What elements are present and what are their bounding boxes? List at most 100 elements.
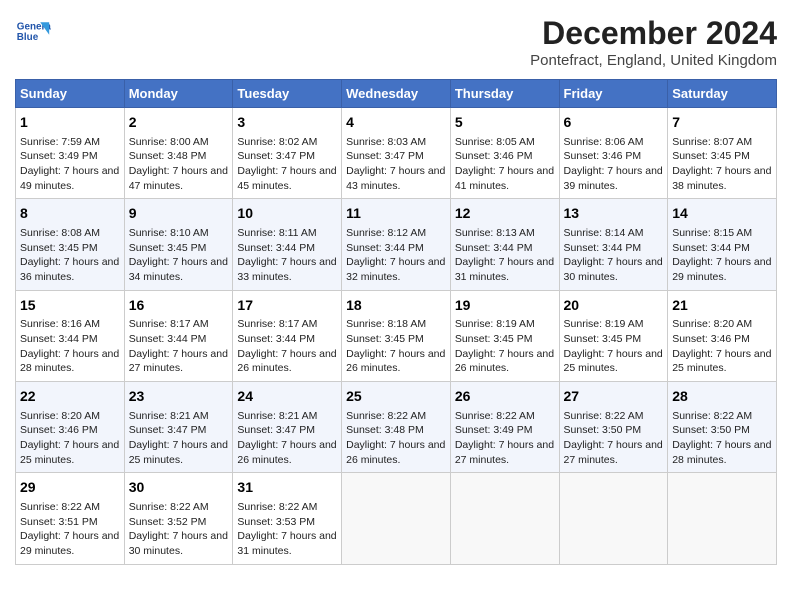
- cell-content: Sunrise: 8:10 AMSunset: 3:45 PMDaylight:…: [129, 226, 229, 285]
- day-number: 20: [564, 296, 664, 316]
- cell-content: Sunrise: 8:03 AMSunset: 3:47 PMDaylight:…: [346, 135, 446, 194]
- sunrise-text: Sunrise: 8:14 AM: [564, 226, 664, 241]
- daylight-text: Daylight: 7 hours and 30 minutes.: [129, 529, 229, 558]
- calendar-cell: 1Sunrise: 7:59 AMSunset: 3:49 PMDaylight…: [16, 108, 125, 199]
- sunrise-text: Sunrise: 8:19 AM: [455, 317, 555, 332]
- calendar-cell: 20Sunrise: 8:19 AMSunset: 3:45 PMDayligh…: [559, 290, 668, 381]
- sunset-text: Sunset: 3:47 PM: [129, 423, 229, 438]
- day-number: 11: [346, 204, 446, 224]
- daylight-text: Daylight: 7 hours and 29 minutes.: [20, 529, 120, 558]
- sunset-text: Sunset: 3:45 PM: [564, 332, 664, 347]
- day-number: 23: [129, 387, 229, 407]
- day-number: 1: [20, 113, 120, 133]
- sunset-text: Sunset: 3:45 PM: [672, 149, 772, 164]
- sunrise-text: Sunrise: 8:07 AM: [672, 135, 772, 150]
- day-number: 14: [672, 204, 772, 224]
- sunset-text: Sunset: 3:46 PM: [672, 332, 772, 347]
- daylight-text: Daylight: 7 hours and 32 minutes.: [346, 255, 446, 284]
- day-number: 24: [237, 387, 337, 407]
- sunset-text: Sunset: 3:47 PM: [346, 149, 446, 164]
- sunset-text: Sunset: 3:44 PM: [564, 241, 664, 256]
- day-number: 5: [455, 113, 555, 133]
- cell-content: Sunrise: 8:17 AMSunset: 3:44 PMDaylight:…: [237, 317, 337, 376]
- day-number: 9: [129, 204, 229, 224]
- sunset-text: Sunset: 3:49 PM: [20, 149, 120, 164]
- week-row-4: 22Sunrise: 8:20 AMSunset: 3:46 PMDayligh…: [16, 382, 777, 473]
- calendar-cell: 29Sunrise: 8:22 AMSunset: 3:51 PMDayligh…: [16, 473, 125, 564]
- sunrise-text: Sunrise: 8:12 AM: [346, 226, 446, 241]
- page-subtitle: Pontefract, England, United Kingdom: [530, 52, 777, 69]
- daylight-text: Daylight: 7 hours and 38 minutes.: [672, 164, 772, 193]
- day-number: 3: [237, 113, 337, 133]
- cell-content: Sunrise: 8:15 AMSunset: 3:44 PMDaylight:…: [672, 226, 772, 285]
- calendar-cell: 5Sunrise: 8:05 AMSunset: 3:46 PMDaylight…: [450, 108, 559, 199]
- day-number: 12: [455, 204, 555, 224]
- calendar-cell: 11Sunrise: 8:12 AMSunset: 3:44 PMDayligh…: [342, 199, 451, 290]
- cell-content: Sunrise: 8:22 AMSunset: 3:49 PMDaylight:…: [455, 409, 555, 468]
- calendar-cell: [342, 473, 451, 564]
- header-cell-monday: Monday: [124, 80, 233, 108]
- page-title: December 2024: [530, 15, 777, 52]
- calendar-cell: 25Sunrise: 8:22 AMSunset: 3:48 PMDayligh…: [342, 382, 451, 473]
- cell-content: Sunrise: 8:05 AMSunset: 3:46 PMDaylight:…: [455, 135, 555, 194]
- sunrise-text: Sunrise: 8:22 AM: [237, 500, 337, 515]
- sunset-text: Sunset: 3:50 PM: [564, 423, 664, 438]
- cell-content: Sunrise: 8:20 AMSunset: 3:46 PMDaylight:…: [20, 409, 120, 468]
- daylight-text: Daylight: 7 hours and 25 minutes.: [20, 438, 120, 467]
- cell-content: Sunrise: 8:00 AMSunset: 3:48 PMDaylight:…: [129, 135, 229, 194]
- sunset-text: Sunset: 3:50 PM: [672, 423, 772, 438]
- sunrise-text: Sunrise: 8:22 AM: [129, 500, 229, 515]
- daylight-text: Daylight: 7 hours and 26 minutes.: [455, 347, 555, 376]
- sunrise-text: Sunrise: 8:16 AM: [20, 317, 120, 332]
- daylight-text: Daylight: 7 hours and 27 minutes.: [455, 438, 555, 467]
- week-row-1: 1Sunrise: 7:59 AMSunset: 3:49 PMDaylight…: [16, 108, 777, 199]
- sunset-text: Sunset: 3:47 PM: [237, 149, 337, 164]
- day-number: 17: [237, 296, 337, 316]
- sunrise-text: Sunrise: 8:22 AM: [455, 409, 555, 424]
- daylight-text: Daylight: 7 hours and 25 minutes.: [564, 347, 664, 376]
- sunset-text: Sunset: 3:44 PM: [20, 332, 120, 347]
- sunrise-text: Sunrise: 8:22 AM: [346, 409, 446, 424]
- sunrise-text: Sunrise: 8:20 AM: [672, 317, 772, 332]
- sunrise-text: Sunrise: 8:20 AM: [20, 409, 120, 424]
- sunrise-text: Sunrise: 8:18 AM: [346, 317, 446, 332]
- cell-content: Sunrise: 8:18 AMSunset: 3:45 PMDaylight:…: [346, 317, 446, 376]
- sunset-text: Sunset: 3:48 PM: [346, 423, 446, 438]
- sunrise-text: Sunrise: 8:17 AM: [129, 317, 229, 332]
- calendar-cell: 17Sunrise: 8:17 AMSunset: 3:44 PMDayligh…: [233, 290, 342, 381]
- cell-content: Sunrise: 8:22 AMSunset: 3:53 PMDaylight:…: [237, 500, 337, 559]
- day-number: 7: [672, 113, 772, 133]
- sunset-text: Sunset: 3:52 PM: [129, 515, 229, 530]
- daylight-text: Daylight: 7 hours and 34 minutes.: [129, 255, 229, 284]
- sunset-text: Sunset: 3:48 PM: [129, 149, 229, 164]
- cell-content: Sunrise: 8:22 AMSunset: 3:51 PMDaylight:…: [20, 500, 120, 559]
- sunset-text: Sunset: 3:45 PM: [20, 241, 120, 256]
- calendar-cell: 7 Sunrise: 8:07 AMSunset: 3:45 PMDaylight…: [668, 108, 777, 199]
- logo-icon: General Blue: [15, 15, 51, 51]
- calendar-cell: 22Sunrise: 8:20 AMSunset: 3:46 PMDayligh…: [16, 382, 125, 473]
- day-number: 15: [20, 296, 120, 316]
- day-number: 8: [20, 204, 120, 224]
- day-number: 6: [564, 113, 664, 133]
- calendar-cell: 14Sunrise: 8:15 AMSunset: 3:44 PMDayligh…: [668, 199, 777, 290]
- calendar-cell: 26Sunrise: 8:22 AMSunset: 3:49 PMDayligh…: [450, 382, 559, 473]
- week-row-2: 8Sunrise: 8:08 AMSunset: 3:45 PMDaylight…: [16, 199, 777, 290]
- cell-content: Sunrise: 8:19 AMSunset: 3:45 PMDaylight:…: [455, 317, 555, 376]
- daylight-text: Daylight: 7 hours and 43 minutes.: [346, 164, 446, 193]
- cell-content: Sunrise: 8:06 AMSunset: 3:46 PMDaylight:…: [564, 135, 664, 194]
- daylight-text: Daylight: 7 hours and 27 minutes.: [564, 438, 664, 467]
- cell-content: Sunrise: 8:22 AMSunset: 3:50 PMDaylight:…: [564, 409, 664, 468]
- cell-content: Sunrise: 8:02 AMSunset: 3:47 PMDaylight:…: [237, 135, 337, 194]
- sunset-text: Sunset: 3:49 PM: [455, 423, 555, 438]
- sunset-text: Sunset: 3:53 PM: [237, 515, 337, 530]
- calendar-cell: 16Sunrise: 8:17 AMSunset: 3:44 PMDayligh…: [124, 290, 233, 381]
- daylight-text: Daylight: 7 hours and 36 minutes.: [20, 255, 120, 284]
- header-cell-saturday: Saturday: [668, 80, 777, 108]
- day-number: 16: [129, 296, 229, 316]
- calendar-cell: 18Sunrise: 8:18 AMSunset: 3:45 PMDayligh…: [342, 290, 451, 381]
- calendar-cell: [450, 473, 559, 564]
- header-cell-friday: Friday: [559, 80, 668, 108]
- cell-content: Sunrise: 7:59 AMSunset: 3:49 PMDaylight:…: [20, 135, 120, 194]
- cell-content: Sunrise: 8:21 AMSunset: 3:47 PMDaylight:…: [129, 409, 229, 468]
- day-number: 25: [346, 387, 446, 407]
